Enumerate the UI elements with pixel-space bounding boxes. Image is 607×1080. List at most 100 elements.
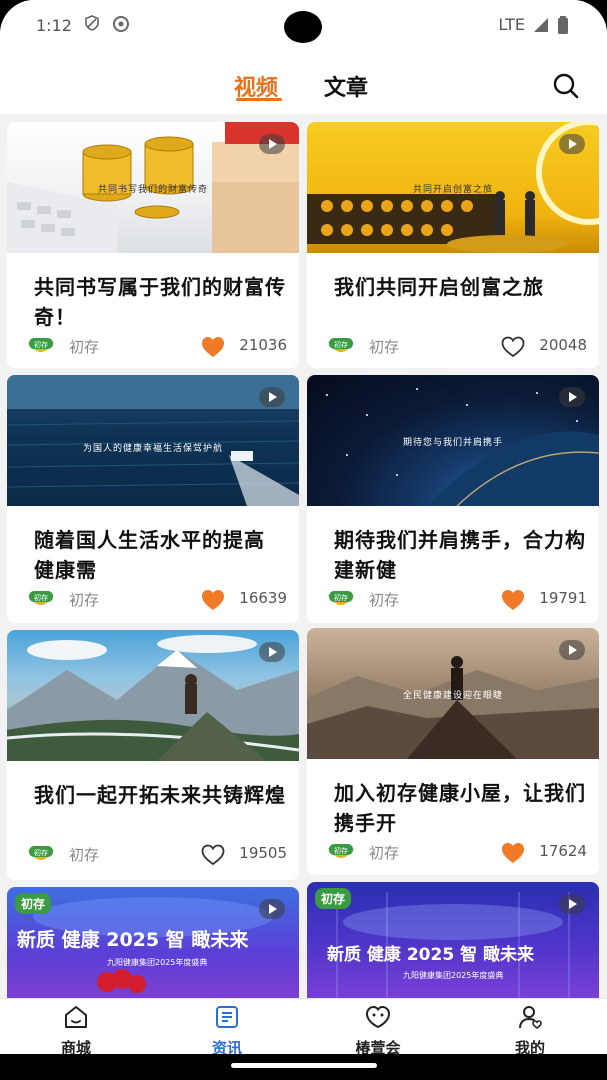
video-card[interactable]: 共同书写我们的财富传奇 共同书写属于我们的财富传奇！ 初存 初存 21036	[7, 122, 299, 368]
profile-icon	[519, 1006, 542, 1029]
svg-text:初存: 初存	[34, 593, 48, 602]
nav-item-community[interactable]: 椿萱会	[338, 1003, 418, 1058]
gesture-bar	[0, 1054, 607, 1080]
card-meta: 初存 初存 17624	[327, 840, 587, 864]
heart-outline-icon[interactable]	[201, 844, 225, 866]
signal-icon	[534, 17, 548, 32]
video-thumbnail	[7, 630, 299, 761]
nav-item-mall[interactable]: 商城	[36, 1003, 116, 1058]
video-card[interactable]: 初存 新质 健康 2025 智 瞰未来 九阳健康集团2025年度盛典	[307, 882, 599, 998]
thumbnail-caption: 共同书写我们的财富传奇	[97, 185, 208, 195]
sync-icon	[113, 16, 129, 32]
card-title: 共同书写属于我们的财富传奇！	[34, 275, 286, 329]
video-card[interactable]: 初存 新质 健康 2025 智 瞰未来 九阳健康集团2025年度盛典	[7, 887, 299, 998]
play-icon	[559, 134, 585, 154]
thumbnail-caption: 全民健康建设迎在眼睫	[402, 691, 503, 701]
svg-text:初存: 初存	[334, 846, 348, 855]
like-count: 16639	[239, 589, 287, 607]
card-meta: 初存 初存 16639	[27, 587, 287, 611]
home-indicator[interactable]	[231, 1063, 377, 1068]
author-logo-icon: 初存	[328, 338, 354, 352]
card-title: 随着国人生活水平的提高 健康需	[34, 528, 265, 582]
video-thumbnail: 初存 新质 健康 2025 智 瞰未来 九阳健康集团2025年度盛典	[307, 882, 599, 998]
author-logo-icon: 初存	[328, 591, 354, 605]
card-title: 我们一起开拓未来共铸辉煌	[34, 783, 286, 807]
video-card[interactable]: 期待您与我们并肩携手 期待我们并肩携手，合力构建新健 初存 初存 19791	[307, 375, 599, 623]
mountain-hiker-image	[7, 635, 299, 761]
like-count: 17624	[539, 842, 587, 860]
brand-badge: 初存	[315, 888, 352, 909]
news-icon	[216, 1006, 238, 1028]
video-thumbnail: 共同开启创富之旅	[307, 122, 599, 253]
play-icon	[259, 642, 285, 662]
nav-item-news[interactable]: 资讯	[187, 1003, 267, 1058]
card-title: 我们共同开启创富之旅	[334, 275, 544, 299]
banner-subtitle: 九阳健康集团2025年度盛典	[107, 958, 208, 967]
author-name: 初存	[69, 591, 100, 609]
banner-headline: 新质 健康 2025 智 瞰未来	[327, 945, 534, 965]
play-icon	[259, 134, 285, 154]
front-camera	[284, 11, 322, 43]
heart-filled-icon[interactable]	[201, 589, 225, 611]
video-thumbnail: 共同书写我们的财富传奇	[7, 122, 299, 253]
author-logo-icon: 初存	[28, 338, 54, 352]
card-meta: 初存 初存 21036	[27, 334, 287, 358]
video-thumbnail: 期待您与我们并肩携手	[307, 375, 599, 506]
play-icon	[259, 899, 285, 919]
author-logo-icon: 初存	[328, 844, 354, 858]
card-title: 期待我们并肩携手，合力构建新健	[334, 528, 586, 582]
card-meta: 初存 初存 19505	[27, 842, 287, 866]
video-card[interactable]: 共同开启创富之旅 我们共同开启创富之旅 初存 初存 20048	[307, 122, 599, 368]
heart-filled-icon[interactable]	[201, 336, 225, 358]
video-card[interactable]: 全民健康建设迎在眼睫 加入初存健康小屋，让我们携手开 初存 初存 17624	[307, 628, 599, 875]
video-thumbnail: 为国人的健康幸福生活保驾护航	[7, 375, 299, 506]
play-icon	[559, 387, 585, 407]
home-icon	[65, 1006, 87, 1028]
banner-headline: 新质 健康 2025 智 瞰未来	[17, 929, 249, 951]
search-icon[interactable]	[552, 72, 580, 100]
nav-item-profile[interactable]: 我的	[490, 1003, 570, 1058]
shield-icon	[85, 15, 99, 31]
status-bar: 1:12 LTE	[0, 0, 607, 54]
status-notification-icons	[84, 15, 130, 33]
brand-badge: 初存	[15, 893, 52, 914]
like-count: 19791	[539, 589, 587, 607]
tab-article[interactable]: 文章	[324, 70, 368, 102]
heart-outline-icon[interactable]	[501, 336, 525, 358]
heart-filled-icon[interactable]	[501, 842, 525, 864]
bottom-nav: 商城 资讯 椿萱会 我的	[0, 998, 607, 1057]
svg-text:初存: 初存	[334, 340, 348, 349]
thumbnail-caption: 共同开启创富之旅	[412, 185, 493, 195]
status-time: 1:12	[36, 16, 72, 35]
banner-subtitle: 九阳健康集团2025年度盛典	[403, 971, 504, 980]
author-name: 初存	[69, 338, 100, 356]
status-right: LTE	[498, 15, 569, 34]
battery-icon	[558, 15, 568, 34]
play-icon	[559, 640, 585, 660]
community-icon	[365, 1005, 391, 1029]
top-tab-bar: 视频 文章	[0, 54, 607, 114]
author-logo-icon: 初存	[28, 591, 54, 605]
heart-filled-icon[interactable]	[501, 589, 525, 611]
author-name: 初存	[369, 844, 400, 862]
screen: 1:12 LTE 视频 文章 共同书写我们的财富传奇 共同书写属于我们的财富传奇…	[0, 0, 607, 1080]
network-label: LTE	[498, 15, 525, 34]
tab-active-indicator	[236, 98, 282, 101]
like-count: 19505	[239, 844, 287, 862]
play-icon	[559, 894, 585, 914]
card-title: 加入初存健康小屋，让我们携手开	[334, 781, 586, 835]
thumbnail-caption: 期待您与我们并肩携手	[402, 438, 503, 448]
thumbnail-caption: 为国人的健康幸福生活保驾护航	[82, 444, 223, 454]
video-card[interactable]: 为国人的健康幸福生活保驾护航 随着国人生活水平的提高 健康需 初存 初存 166…	[7, 375, 299, 623]
author-name: 初存	[369, 591, 400, 609]
svg-text:初存: 初存	[334, 593, 348, 602]
video-card[interactable]: 我们一起开拓未来共铸辉煌 初存 初存 19505	[7, 630, 299, 880]
svg-text:初存: 初存	[34, 340, 48, 349]
card-meta: 初存 初存 20048	[327, 334, 587, 358]
author-logo-icon: 初存	[28, 846, 54, 860]
like-count: 21036	[239, 336, 287, 354]
card-meta: 初存 初存 19791	[327, 587, 587, 611]
video-thumbnail: 全民健康建设迎在眼睫	[307, 628, 599, 759]
like-count: 20048	[539, 336, 587, 354]
author-name: 初存	[369, 338, 400, 356]
